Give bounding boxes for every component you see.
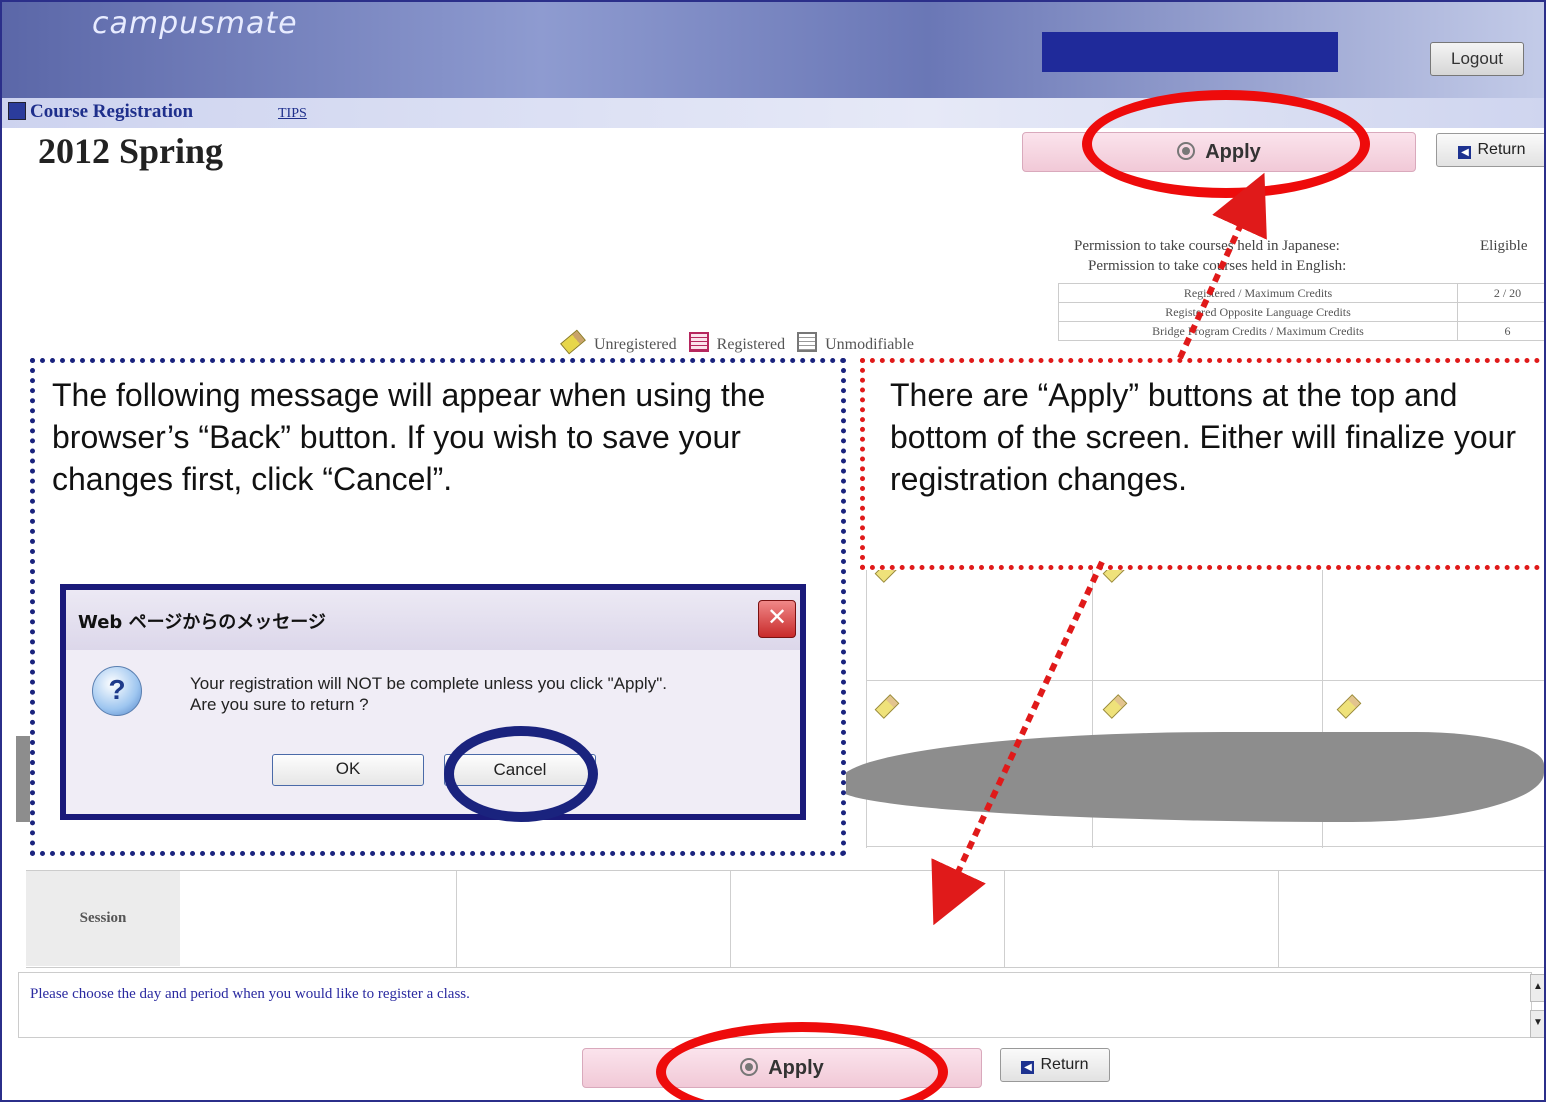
pencil-icon	[560, 329, 586, 355]
logout-button[interactable]: Logout	[1430, 42, 1524, 76]
arrow-to-apply-bottom	[931, 560, 1105, 926]
return-arrow-icon: ◀	[1021, 1061, 1035, 1074]
grid-line	[730, 871, 731, 967]
permission-japanese-label: Permission to take courses held in Japan…	[1074, 238, 1340, 254]
user-info-box	[1042, 32, 1338, 72]
legend-registered: Registered	[716, 336, 786, 353]
credits-label: Bridge Program Credits / Maximum Credits	[1058, 321, 1458, 341]
legend-unmodifiable: Unmodifiable	[825, 336, 914, 353]
highlight-apply-top	[1082, 90, 1370, 198]
dialog-title: Web ページからのメッセージ	[78, 612, 326, 633]
brand-logo: campusmate	[92, 6, 298, 41]
callout-apply-buttons-text: There are “Apply” buttons at the top and…	[890, 377, 1517, 497]
return-label: Return	[1040, 1056, 1089, 1073]
credits-row: Registered Opposite Language Credits	[1058, 302, 1544, 322]
close-icon[interactable]: ✕	[758, 600, 796, 638]
credits-label: Registered / Maximum Credits	[1058, 283, 1458, 303]
grid-line	[866, 538, 867, 848]
credits-table: Registered / Maximum Credits 2 / 20 Regi…	[1058, 283, 1544, 341]
tips-link[interactable]: TIPS	[278, 106, 307, 122]
grid-line	[456, 871, 457, 967]
callout-back-button-text: The following message will appear when u…	[52, 377, 766, 497]
credits-value: 6	[1457, 321, 1544, 341]
grid-line	[866, 680, 1544, 681]
credits-value	[1457, 302, 1544, 322]
legend-unregistered: Unregistered	[594, 336, 677, 353]
pencil-icon[interactable]	[1336, 694, 1362, 719]
grid-line	[1004, 871, 1005, 967]
scroll-down-icon[interactable]: ▼	[1530, 1010, 1544, 1038]
ok-button[interactable]: OK	[272, 754, 424, 786]
page-title: Course Registration	[30, 101, 194, 122]
credits-label: Registered Opposite Language Credits	[1058, 302, 1458, 322]
pencil-icon[interactable]	[874, 694, 900, 719]
return-button-bottom[interactable]: ◀ Return	[1000, 1048, 1110, 1082]
term-heading: 2012 Spring	[38, 131, 224, 171]
registered-table-icon	[688, 332, 709, 352]
credits-value: 2 / 20	[1457, 283, 1544, 303]
highlight-cancel	[444, 726, 598, 822]
course-registration-icon	[8, 102, 26, 120]
return-arrow-icon: ◀	[1458, 146, 1472, 159]
legend: Unregistered Registered Unmodifiable	[560, 329, 914, 355]
pencil-icon[interactable]	[1102, 694, 1128, 719]
session-row	[26, 870, 1544, 968]
permission-japanese-value: Eligible	[1480, 238, 1528, 254]
scroll-up-icon[interactable]: ▲	[1530, 974, 1544, 1002]
dialog-message-line2: Are you sure to return ?	[190, 695, 369, 714]
return-button-top[interactable]: ◀ Return	[1436, 133, 1544, 167]
instruction-message: Please choose the day and period when yo…	[30, 986, 470, 1002]
grid-line	[1278, 871, 1279, 967]
unmodifiable-table-icon	[797, 332, 818, 352]
permission-english-label: Permission to take courses held in Engli…	[1088, 258, 1347, 274]
credits-row: Registered / Maximum Credits 2 / 20	[1058, 283, 1544, 303]
return-label: Return	[1477, 141, 1526, 158]
grid-line	[866, 846, 1544, 847]
omitted-section-band	[840, 732, 1544, 822]
question-icon: ?	[92, 666, 142, 716]
dialog-message-line1: Your registration will NOT be complete u…	[190, 674, 667, 693]
credits-row: Bridge Program Credits / Maximum Credits…	[1058, 321, 1544, 341]
session-label: Session	[26, 871, 180, 966]
